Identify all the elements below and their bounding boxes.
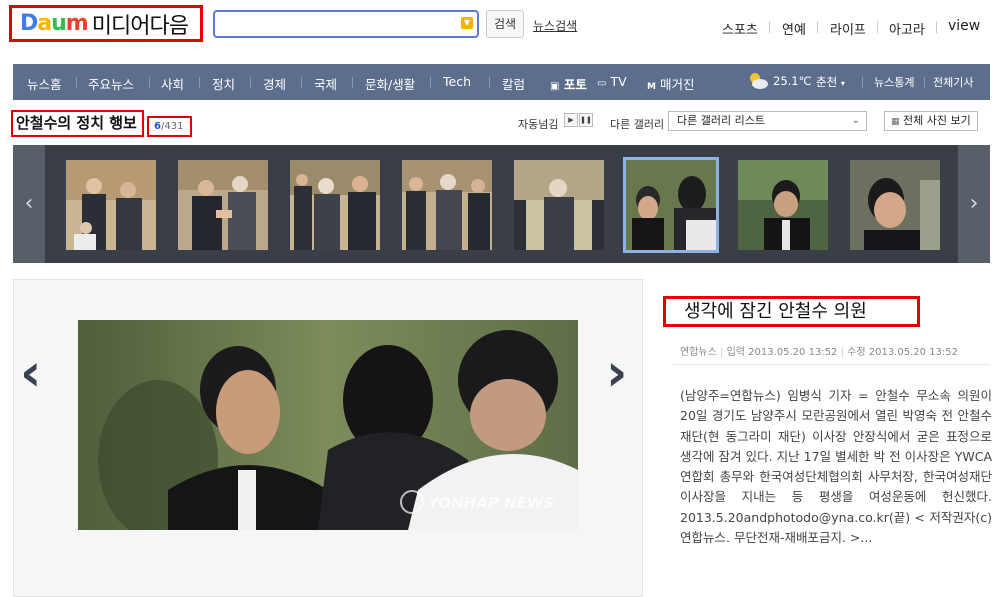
nav-divider	[301, 77, 302, 88]
nav-divider	[862, 77, 863, 88]
divider	[673, 364, 990, 365]
thumbnail[interactable]	[290, 160, 380, 250]
nav-item-column[interactable]: 칼럼	[502, 74, 525, 93]
top-link-agora[interactable]: 아고라	[889, 19, 925, 38]
nav-item-photo[interactable]: ▣ 포토	[550, 74, 587, 93]
nav-item-tech[interactable]: Tech	[443, 74, 471, 89]
article-source: 연합뉴스	[680, 347, 717, 358]
divider	[877, 21, 878, 33]
strip-prev-button[interactable]: ‹	[13, 145, 45, 263]
daum-logo[interactable]: Daum 미디어다음	[9, 5, 203, 42]
thumbnail-selected[interactable]	[623, 157, 719, 253]
pause-icon: ❚❚	[580, 116, 592, 124]
nav-divider	[352, 77, 353, 88]
top-link-sports[interactable]: 스포츠	[722, 19, 758, 38]
top-link-life[interactable]: 라이프	[830, 19, 866, 38]
pause-button[interactable]: ❚❚	[579, 113, 593, 127]
chevron-down-icon: ⌄	[851, 115, 860, 126]
thumbnail-strip: ‹ ›	[13, 145, 990, 263]
article-posted-time: 입력 2013.05.20 13:52	[726, 347, 838, 358]
play-icon: ▶	[568, 116, 574, 124]
yonhap-watermark: YONHAP NEWS	[428, 494, 554, 512]
thumbnail[interactable]	[402, 160, 492, 250]
divider	[769, 21, 770, 33]
magazine-icon: M	[647, 82, 656, 92]
weather-city-select[interactable]: 춘천 ▾	[816, 74, 845, 90]
article-body: (남양주=연합뉴스) 임병식 기자 = 안철수 무소속 의원이 20일 경기도 …	[680, 388, 992, 546]
nav-item-magazine[interactable]: M 매거진	[647, 74, 694, 93]
search-input[interactable]: ▼	[213, 10, 479, 38]
weather-cloud-sun-icon	[747, 71, 769, 91]
tv-icon: ▭	[597, 78, 607, 89]
chevron-left-icon: ‹	[20, 343, 42, 403]
chevron-right-icon: ›	[969, 191, 979, 216]
nav-divider	[924, 77, 925, 88]
other-gallery-label: 다른 갤러리	[610, 118, 665, 131]
gallery-title: 안철수의 정치 행보	[11, 110, 144, 137]
nav-divider	[489, 77, 490, 88]
all-photos-button[interactable]: ▦ 전체 사진 보기	[884, 111, 978, 131]
auto-advance-label: 자동넘김	[518, 118, 559, 131]
other-gallery-select[interactable]: 다른 갤러리 리스트 ⌄	[668, 111, 867, 131]
strip-next-button[interactable]: ›	[958, 145, 990, 263]
thumbnail[interactable]	[514, 160, 604, 250]
chevron-right-icon: ›	[606, 343, 628, 403]
prev-photo-button[interactable]: ‹	[20, 343, 41, 403]
nav-item-international[interactable]: 국제	[314, 74, 337, 93]
thumbnail[interactable]	[738, 160, 828, 250]
news-search-link[interactable]: 뉴스검색	[533, 17, 577, 34]
play-button[interactable]: ▶	[564, 113, 578, 127]
news-stats-link[interactable]: 뉴스통계	[874, 74, 914, 90]
main-photo: YONHAP NEWS	[78, 320, 578, 530]
chevron-down-icon: ▾	[840, 79, 845, 88]
main-nav: 뉴스홈 주요뉴스 사회 정치 경제 국제 문화/생활 Tech 칼럼 ▣ 포토 …	[13, 64, 990, 100]
daum-wordmark: Daum	[20, 11, 89, 36]
nav-item-top-news[interactable]: 주요뉴스	[88, 74, 134, 93]
nav-divider	[250, 77, 251, 88]
nav-divider	[199, 77, 200, 88]
article-title: 생각에 잠긴 안철수 의원	[663, 296, 920, 327]
search-button[interactable]: 검색	[486, 10, 524, 38]
top-link-view[interactable]: view	[948, 18, 980, 34]
thumbnail[interactable]	[850, 160, 940, 250]
top-link-entertainment[interactable]: 연예	[782, 19, 806, 38]
nav-divider	[149, 77, 150, 88]
divider	[936, 21, 937, 33]
media-daum-label: 미디어다음	[91, 13, 189, 39]
weather-temperature: 25.1℃	[773, 74, 812, 88]
article-edited-time: 수정 2013.05.20 13:52	[847, 347, 958, 358]
article-byline: 연합뉴스 | 입력 2013.05.20 13:52 | 수정 2013.05.…	[680, 347, 958, 358]
nav-divider	[430, 77, 431, 88]
search-dropdown-icon[interactable]: ▼	[461, 17, 473, 29]
nav-item-economy[interactable]: 경제	[263, 74, 286, 93]
gallery-counter: 6/431	[147, 116, 192, 137]
grid-icon: ▦	[891, 117, 900, 127]
thumbnail[interactable]	[66, 160, 156, 250]
divider	[817, 21, 818, 33]
chevron-left-icon: ‹	[24, 191, 34, 216]
nav-divider	[76, 77, 77, 88]
nav-item-news-home[interactable]: 뉴스홈	[27, 74, 62, 93]
next-photo-button[interactable]: ›	[606, 343, 627, 403]
camera-icon: ▣	[550, 81, 560, 92]
thumbnail[interactable]	[178, 160, 268, 250]
all-articles-link[interactable]: 전체기사	[933, 74, 973, 90]
nav-item-tv[interactable]: ▭ TV	[597, 74, 627, 89]
nav-item-politics[interactable]: 정치	[212, 74, 235, 93]
nav-item-culture[interactable]: 문화/생활	[365, 74, 415, 93]
nav-item-society[interactable]: 사회	[161, 74, 184, 93]
